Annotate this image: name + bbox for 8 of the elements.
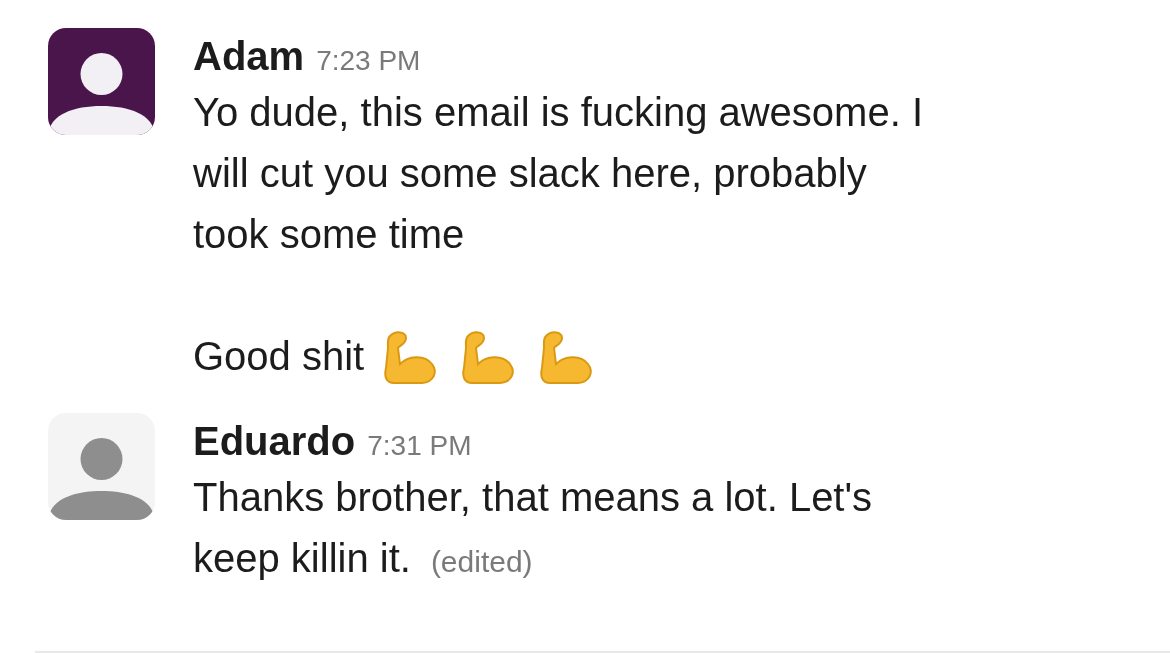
message-time[interactable]: 7:23 PM — [316, 40, 421, 82]
sender-name[interactable]: Adam — [193, 30, 305, 82]
message-text: Thanks brother, that means a lot. Let's keep killin it. (edited) — [193, 474, 874, 582]
message-time[interactable]: 7:31 PM — [367, 425, 472, 467]
message-text: Good shit — [193, 333, 365, 380]
user-avatar[interactable] — [48, 28, 155, 135]
message-text: Yo dude, this email is fucking awesome. I will cut you some slack here, probably took some time — [193, 89, 925, 258]
sender-name[interactable]: Eduardo — [193, 415, 356, 467]
